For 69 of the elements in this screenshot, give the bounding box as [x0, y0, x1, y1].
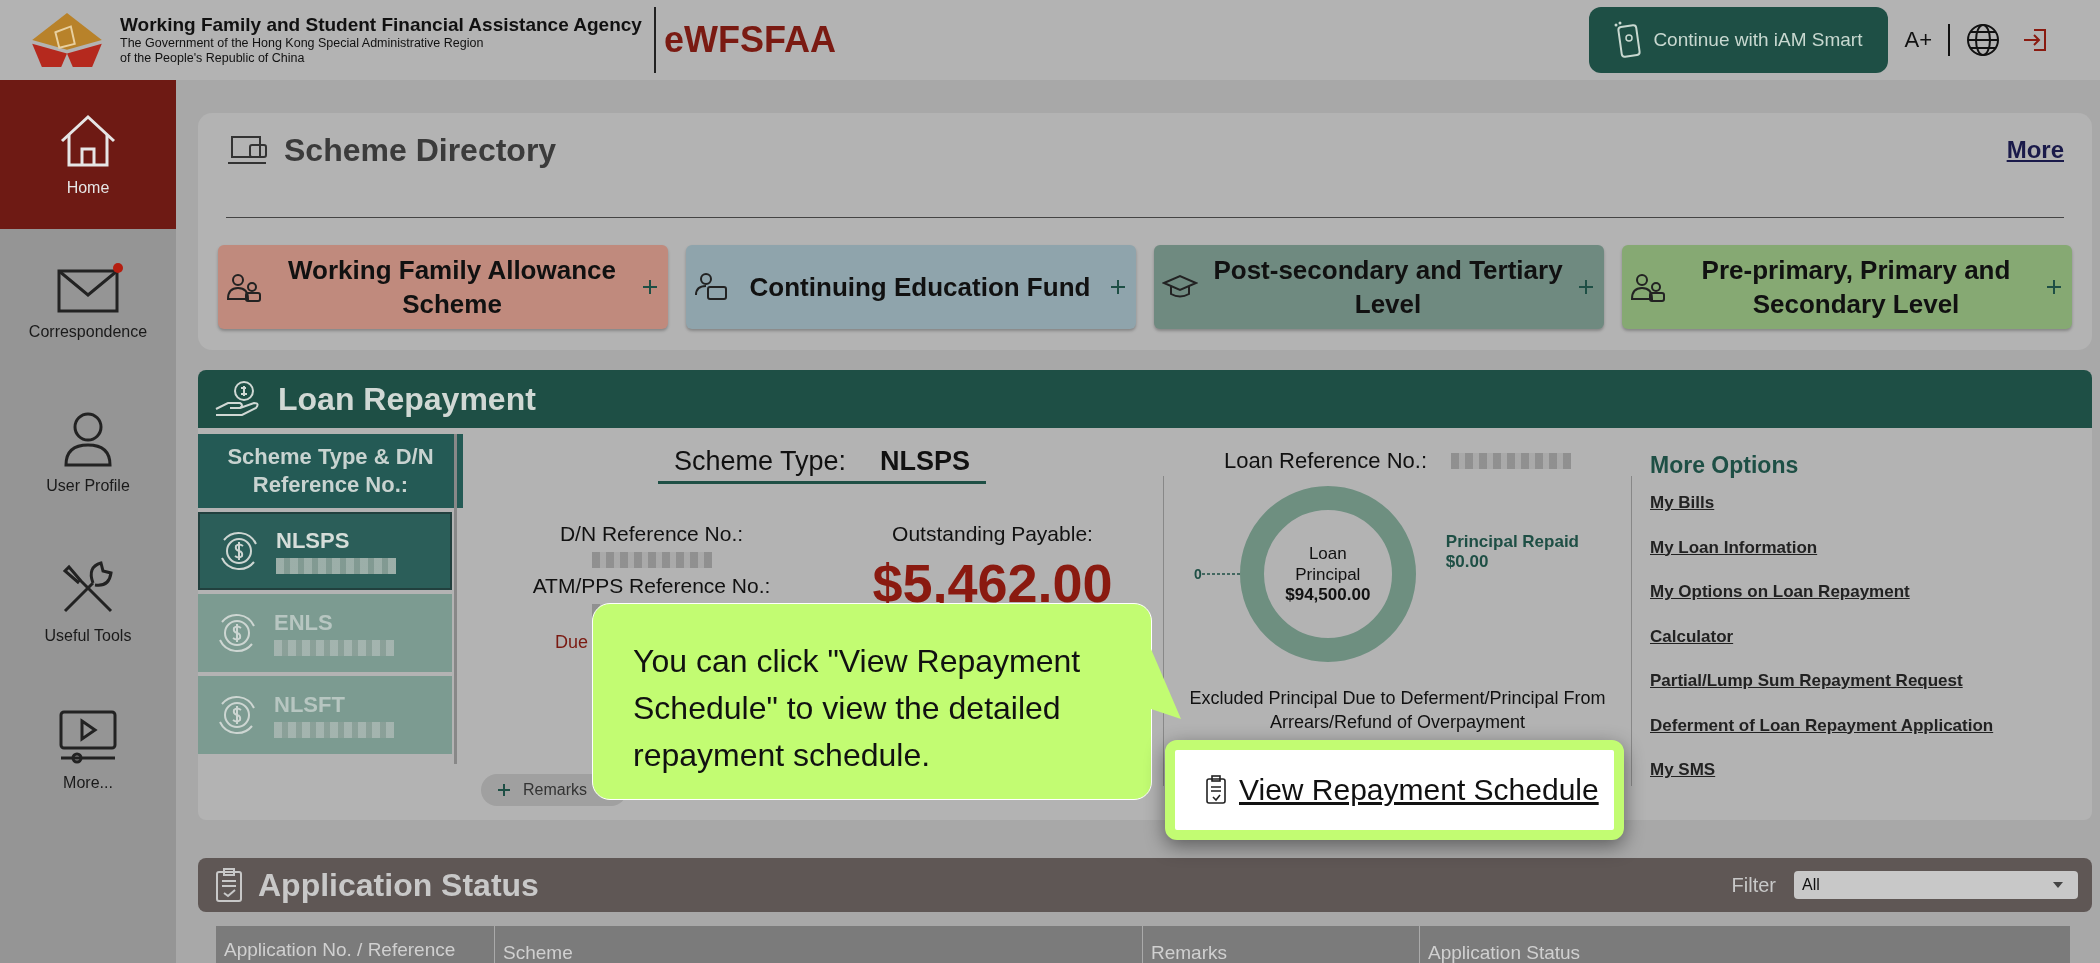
option-link[interactable]: My SMS: [1650, 760, 2092, 805]
sidebar-item[interactable]: Home: [0, 80, 176, 229]
government-line: The Government of the Hong Kong Special Administrative Region: [120, 36, 485, 51]
plus-icon: [2046, 279, 2062, 295]
government-line: of the People's Republic of China: [120, 51, 306, 66]
zero-label: 0: [1194, 566, 1202, 582]
plus-icon: [497, 783, 511, 797]
logout-icon[interactable]: [2022, 27, 2048, 53]
column-header: Application No. / Reference: [216, 926, 495, 963]
excluded-principal-text: Excluded Principal Due to Deferment/Principal From Arrears/Refund of Overpayment: [1188, 687, 1607, 734]
clipboard-icon: [214, 867, 244, 903]
column-header: Scheme: [495, 926, 1143, 963]
people-icon: [226, 271, 262, 303]
principal-repaid-value: $0.00: [1445, 552, 1490, 572]
caret-icon: [2052, 881, 2064, 889]
application-status-header: Application Status Filter All: [198, 858, 2092, 912]
option-link[interactable]: Calculator: [1650, 626, 2092, 671]
option-link[interactable]: My Loan Information: [1650, 537, 2092, 582]
phone-icon: [1613, 20, 1644, 60]
sidebar-item[interactable]: Useful Tools: [0, 527, 176, 676]
clipboard-icon: [1205, 775, 1227, 805]
sidebar-item[interactable]: More...: [0, 676, 176, 825]
font-size-button[interactable]: A+: [1904, 27, 1932, 53]
section-title: Scheme Directory: [284, 131, 557, 169]
globe-icon[interactable]: [1966, 23, 2000, 57]
due-date-text: Due: [555, 632, 589, 653]
scheme-type-heading: Scheme Type: NLSPS: [657, 446, 987, 484]
leader-line: [1201, 572, 1242, 576]
loan-reference-label: Loan Reference No.:: [1224, 448, 1427, 474]
option-link[interactable]: My Bills: [1650, 493, 2092, 538]
principal-repaid-label: Principal Repaid: [1445, 532, 1579, 552]
filter-dropdown[interactable]: All: [1794, 871, 2078, 899]
column-header: Application Status: [1427, 941, 1582, 963]
plus-icon: [642, 279, 658, 295]
dn-reference-label: D/N Reference No.:: [559, 522, 744, 546]
person-laptop-icon: [694, 271, 730, 303]
people-icon: [1630, 271, 1666, 303]
option-link[interactable]: Deferment of Loan Repayment Application: [1650, 715, 2092, 760]
outstanding-label: Outstanding Payable:: [892, 522, 1093, 546]
plus-icon: [1110, 279, 1126, 295]
donut-label: Loan Principal: [1294, 543, 1362, 585]
option-link[interactable]: Partial/Lump Sum Repayment Request: [1650, 671, 2092, 716]
iam-smart-button[interactable]: Continue with iAM Smart: [1589, 7, 1889, 73]
loan-repayment-header: Loan Repayment: [198, 370, 2092, 428]
scheme-button[interactable]: Working Family Allowance Scheme: [218, 245, 668, 329]
video-icon: [59, 709, 117, 764]
outstanding-amount: $5,462.00: [872, 552, 1113, 614]
callout-text: You can click "View Repayment Schedule" to view the detailed repayment schedule.: [633, 642, 1082, 775]
scheme-button[interactable]: Continuing Education Fund: [686, 245, 1136, 329]
donut-amount: $94,500.00: [1285, 585, 1371, 605]
system-name: eWFSFAA: [663, 19, 836, 61]
option-link[interactable]: My Options on Loan Repayment: [1650, 582, 2092, 627]
scheme-list-item[interactable]: NLSPS: [198, 512, 452, 590]
more-link[interactable]: More: [2006, 136, 2064, 164]
plus-icon: [1578, 279, 1594, 295]
view-repayment-schedule-link[interactable]: View Repayment Schedule: [1239, 773, 1599, 807]
laptop-chat-icon: [226, 133, 270, 167]
user-icon: [63, 410, 113, 467]
more-options-title: More Options: [1650, 452, 1800, 479]
filter-label: Filter: [1731, 873, 1776, 897]
home-icon: [58, 112, 118, 169]
atm-reference-label: ATM/PPS Reference No.:: [532, 574, 771, 598]
scheme-button[interactable]: Pre-primary, Primary and Secondary Level: [1622, 245, 2072, 329]
scheme-button[interactable]: Post-secondary and Tertiary Level: [1154, 245, 1604, 329]
list-header: Scheme Type & D/N Reference No.:: [198, 434, 463, 508]
sidebar-item[interactable]: Correspondence: [0, 229, 176, 378]
column-header: Remarks: [1143, 926, 1420, 963]
agency-name: Working Family and Student Financial Assistance Agency: [120, 14, 642, 36]
sidebar-item[interactable]: User Profile: [0, 378, 176, 527]
